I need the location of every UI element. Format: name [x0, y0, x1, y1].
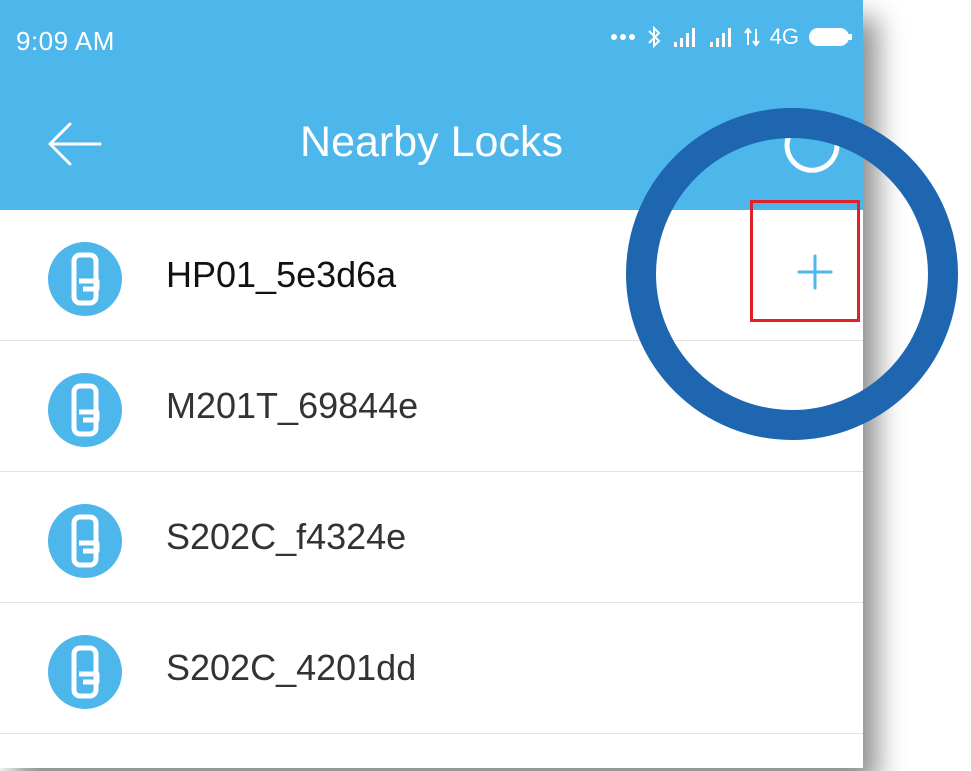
- list-item[interactable]: M201T_69844e: [0, 341, 863, 472]
- smart-lock-icon: [48, 373, 122, 447]
- refresh-button[interactable]: [782, 116, 842, 176]
- lock-name: S202C_f4324e: [166, 516, 407, 557]
- list-item[interactable]: HP01_5e3d6a: [0, 210, 863, 341]
- status-bar: 9:09 AM 4G: [0, 0, 863, 78]
- smart-lock-icon: [48, 242, 122, 316]
- page-title: Nearby Locks: [300, 118, 563, 166]
- lock-name: S202C_4201dd: [166, 647, 417, 688]
- list-item[interactable]: S202C_f4324e: [0, 472, 863, 603]
- network-type: 4G: [769, 24, 799, 49]
- battery-icon: [809, 27, 853, 47]
- more-dots-icon: [610, 32, 636, 42]
- list-item[interactable]: S202C_4201dd: [0, 603, 863, 734]
- lock-name: M201T_69844e: [166, 385, 419, 426]
- signal-icon: [708, 26, 734, 48]
- status-time: 9:09 AM: [16, 26, 115, 56]
- phone-screen: 9:09 AM 4G Nearby Locks HP01_5e3d6a M201…: [0, 0, 863, 768]
- signal-icon: [672, 26, 698, 48]
- loading-spinner-icon: [784, 118, 840, 173]
- add-lock-button[interactable]: [781, 238, 849, 306]
- status-icons: 4G: [610, 22, 853, 52]
- app-bar: Nearby Locks: [0, 78, 863, 210]
- bluetooth-icon: [646, 24, 662, 50]
- lock-name: HP01_5e3d6a: [166, 254, 397, 295]
- data-transfer-icon: [743, 25, 760, 49]
- smart-lock-icon: [48, 504, 122, 578]
- smart-lock-icon: [48, 635, 122, 709]
- lock-list: HP01_5e3d6a M201T_69844e S202C_f4324e S2…: [0, 210, 863, 734]
- plus-icon: [797, 254, 833, 290]
